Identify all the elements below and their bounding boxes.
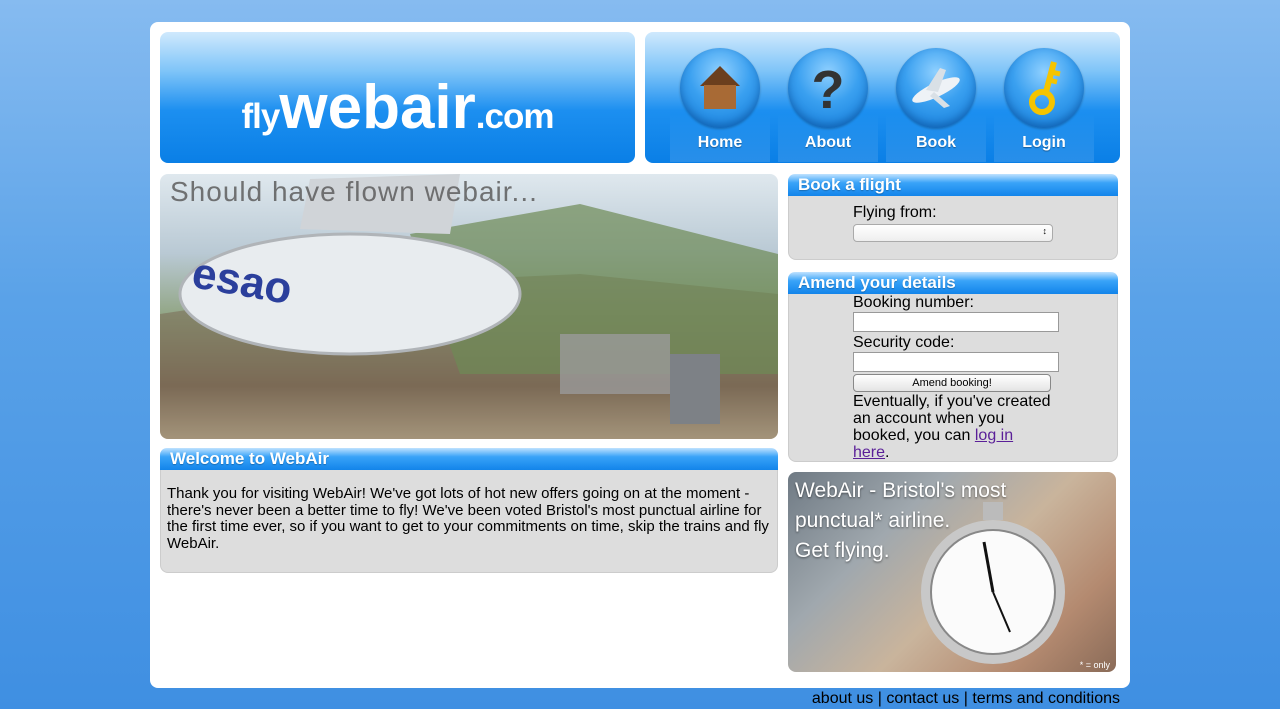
promo-stopwatch-banner[interactable]: WebAir - Bristol's most punctual* airlin… bbox=[788, 472, 1116, 672]
nav-book-label: Book bbox=[916, 134, 956, 151]
nav-about-label: About bbox=[804, 134, 852, 151]
footer-terms[interactable]: terms and conditions bbox=[972, 690, 1120, 707]
welcome-title: Welcome to WebAir bbox=[160, 448, 778, 470]
footer-about-us[interactable]: about us bbox=[812, 690, 873, 707]
security-code-label: Security code: bbox=[853, 334, 955, 351]
flying-from-label: Flying from: bbox=[853, 204, 937, 221]
flying-from-select[interactable]: ↕ bbox=[853, 224, 1053, 242]
booking-number-input[interactable] bbox=[853, 312, 1059, 332]
login-note: Eventually, if you've created an account… bbox=[853, 393, 1051, 461]
nav-home[interactable]: Home bbox=[670, 42, 770, 162]
question-mark-icon: ? bbox=[788, 48, 868, 128]
hero-caption: Should have flown webair... bbox=[170, 176, 538, 207]
nav-book[interactable]: Book bbox=[886, 42, 986, 162]
welcome-body: Thank you for visiting WebAir! We've got… bbox=[160, 470, 778, 573]
site-logo: flywebair.com bbox=[241, 73, 555, 142]
book-flight-body: Flying from: ↕ bbox=[788, 196, 1118, 260]
book-flight-box: Book a flight Flying from: ↕ bbox=[788, 174, 1118, 260]
main-navigation: Home ? About Book Login bbox=[645, 32, 1120, 163]
nav-login-label: Login bbox=[1022, 134, 1066, 151]
nav-about[interactable]: ? About bbox=[778, 42, 878, 162]
logo-banner[interactable]: flywebair.com bbox=[160, 32, 635, 163]
airplane-icon bbox=[896, 48, 976, 128]
key-icon bbox=[1004, 48, 1084, 128]
select-arrows-icon: ↕ bbox=[1042, 226, 1048, 236]
security-code-input[interactable] bbox=[853, 352, 1059, 372]
footer-links: about us | contact us | terms and condit… bbox=[812, 690, 1120, 708]
amend-details-title: Amend your details bbox=[788, 272, 1118, 294]
footer-separator: | bbox=[877, 690, 882, 707]
nav-login[interactable]: Login bbox=[994, 42, 1094, 162]
welcome-box: Welcome to WebAir Thank you for visiting… bbox=[160, 448, 778, 574]
amend-booking-button[interactable]: Amend booking! bbox=[853, 374, 1051, 392]
svg-text:?: ? bbox=[812, 60, 845, 120]
book-flight-title: Book a flight bbox=[788, 174, 1118, 196]
footer-contact-us[interactable]: contact us bbox=[886, 690, 959, 707]
booking-number-label: Booking number: bbox=[853, 294, 974, 311]
amend-details-body: Booking number: Security code: Amend boo… bbox=[788, 294, 1118, 462]
promo-text: WebAir - Bristol's most punctual* airlin… bbox=[795, 479, 1007, 562]
promo-footnote: * = only bbox=[1079, 660, 1110, 670]
hero-image-crash: esao Should have flown webair... bbox=[160, 174, 778, 439]
page-container: flywebair.com Home ? About Book Login es… bbox=[150, 22, 1130, 688]
nav-home-label: Home bbox=[697, 134, 743, 151]
house-icon bbox=[680, 48, 760, 128]
footer-separator: | bbox=[963, 690, 968, 707]
amend-details-box: Amend your details Booking number: Secur… bbox=[788, 272, 1118, 462]
